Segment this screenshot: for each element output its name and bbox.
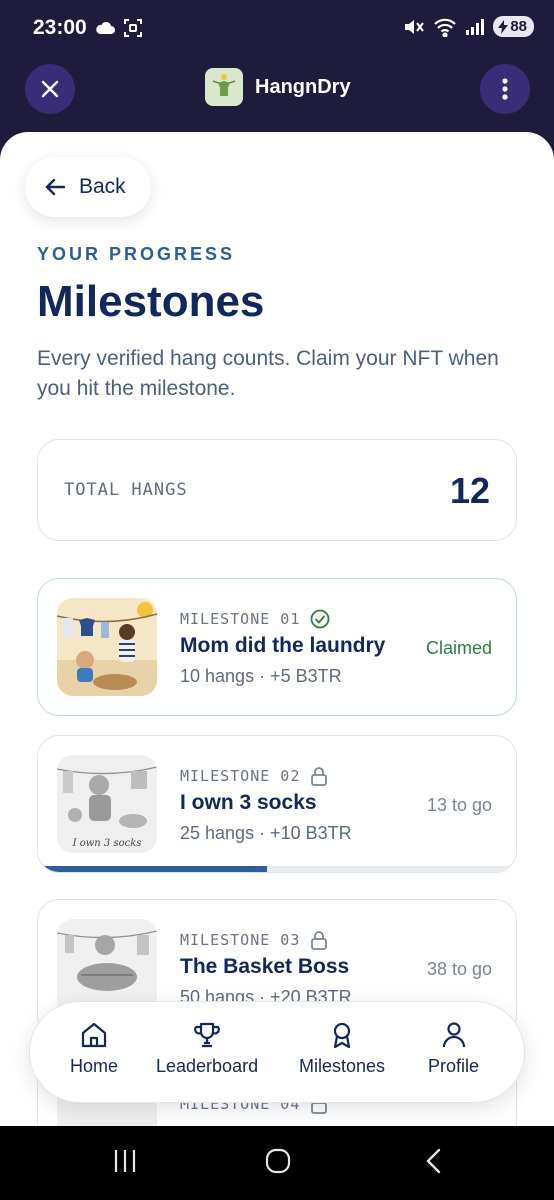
screenshot-icon (124, 19, 142, 37)
total-hangs-card: TOTAL HANGS 12 (37, 439, 517, 541)
milestone-status: Claimed (425, 638, 492, 658)
thumbnail-caption: I own 3 socks (72, 838, 142, 849)
nav-item-leaderboard[interactable]: Leaderboard (156, 1020, 258, 1077)
milestone-name: The Basket Boss (180, 955, 350, 978)
back-system-button[interactable] (424, 1148, 444, 1179)
nav-item-milestones[interactable]: Milestones (299, 1020, 385, 1077)
milestone-card[interactable]: I own 3 socks MILESTONE 02 I own 3 socks… (37, 735, 517, 873)
milestone-tag: MILESTONE 02 (180, 767, 301, 785)
home-circle-icon (265, 1148, 291, 1174)
home-system-button[interactable] (265, 1148, 291, 1179)
check-circle-icon (310, 609, 330, 629)
nav-label: Profile (428, 1056, 480, 1076)
award-icon (333, 1022, 351, 1049)
milestone-thumbnail (57, 598, 157, 696)
arrow-left-icon (45, 178, 65, 196)
recents-icon (114, 1150, 136, 1172)
trophy-icon (194, 1022, 220, 1048)
more-vertical-icon (502, 78, 508, 100)
milestone-name: Mom did the laundry (180, 634, 386, 657)
lock-icon (311, 767, 328, 786)
close-icon (41, 80, 59, 98)
nav-label: Milestones (299, 1056, 386, 1076)
battery-level: 88 (510, 18, 527, 35)
wifi-icon (434, 18, 457, 37)
milestone-card[interactable]: MILESTONE 01 Mom did the laundry 10 hang… (37, 578, 517, 716)
back-button[interactable]: Back (25, 157, 151, 217)
milestone-tag: MILESTONE 03 (180, 931, 301, 949)
app-title: HangnDry (255, 75, 351, 98)
total-hangs-label: TOTAL HANGS (64, 480, 188, 500)
page-title: Milestones (37, 277, 265, 326)
status-time: 23:00 (33, 16, 87, 39)
milestone-progress-bar (38, 866, 516, 872)
milestone-status: 13 to go (426, 795, 492, 815)
milestone-meta: 10 hangs · +5 B3TR (180, 666, 342, 686)
milestone-thumbnail: I own 3 socks (57, 755, 157, 853)
status-bar: 23:00 88 (0, 0, 554, 58)
app-header: HangnDry (0, 58, 554, 132)
milestone-status: 38 to go (426, 959, 492, 979)
battery-indicator: 88 (493, 16, 534, 37)
bottom-navigation: Home Leaderboard Milestones Profile (29, 1001, 525, 1103)
nav-label: Home (70, 1056, 119, 1076)
milestone-meta: 25 hangs · +10 B3TR (180, 823, 352, 843)
clothesline-logo-icon (205, 68, 243, 106)
user-icon (442, 1022, 465, 1048)
close-button[interactable] (25, 64, 75, 114)
total-hangs-value: 12 (449, 470, 490, 511)
more-options-button[interactable] (480, 64, 530, 114)
system-navigation-bar (0, 1126, 554, 1200)
app-title-group: HangnDry (205, 68, 351, 106)
signal-icon (466, 18, 485, 35)
mute-icon (405, 19, 425, 34)
page-subtitle: Every verified hang counts. Claim your N… (37, 347, 499, 400)
home-icon (81, 1022, 107, 1048)
nav-label: Leaderboard (156, 1056, 259, 1076)
milestone-tag: MILESTONE 01 (180, 610, 301, 628)
nav-item-home[interactable]: Home (70, 1020, 118, 1077)
milestone-name: I own 3 socks (180, 791, 317, 814)
cloud-icon (96, 21, 115, 34)
charging-icon (498, 19, 509, 34)
nav-item-profile[interactable]: Profile (428, 1020, 479, 1077)
chevron-left-icon (426, 1148, 441, 1174)
lock-icon (311, 931, 328, 950)
page-eyebrow: YOUR PROGRESS (37, 244, 236, 264)
milestone-progress-fill (38, 866, 268, 872)
recents-button[interactable] (112, 1148, 138, 1179)
content-sheet: Back YOUR PROGRESS Milestones Every veri… (0, 132, 554, 1126)
back-label: Back (79, 175, 126, 198)
